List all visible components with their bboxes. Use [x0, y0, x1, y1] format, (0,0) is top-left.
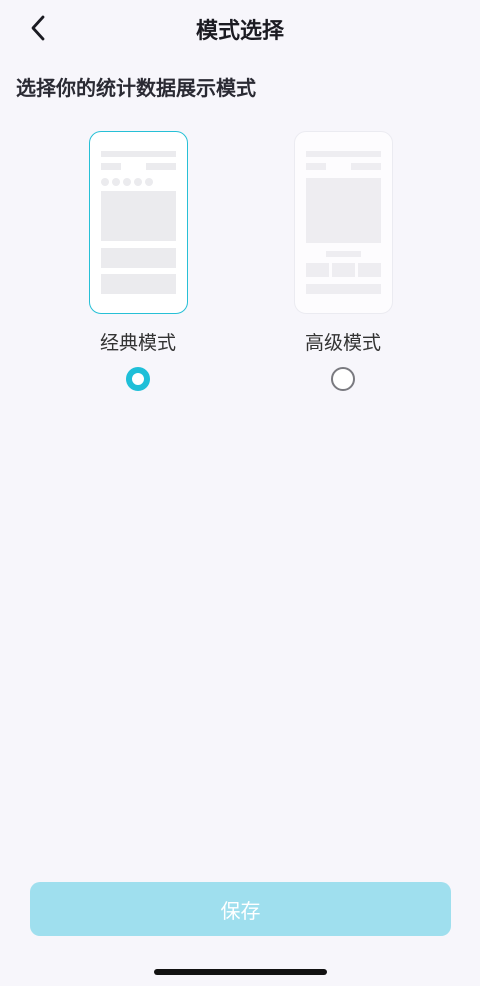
- advanced-mode-radio[interactable]: [331, 367, 355, 391]
- header: 模式选择: [0, 0, 480, 60]
- mode-option-advanced[interactable]: 高级模式: [293, 131, 393, 391]
- classic-mode-label: 经典模式: [99, 332, 176, 354]
- classic-mode-radio[interactable]: [126, 367, 150, 391]
- classic-mode-preview: [88, 131, 188, 314]
- home-indicator: [154, 969, 327, 975]
- mode-option-classic[interactable]: 经典模式: [88, 131, 188, 391]
- save-button[interactable]: 保存: [30, 882, 451, 936]
- page-title: 模式选择: [195, 19, 284, 44]
- subtitle: 选择你的统计数据展示模式: [16, 76, 256, 100]
- advanced-mode-preview: [293, 131, 393, 314]
- advanced-mode-label: 高级模式: [304, 332, 381, 354]
